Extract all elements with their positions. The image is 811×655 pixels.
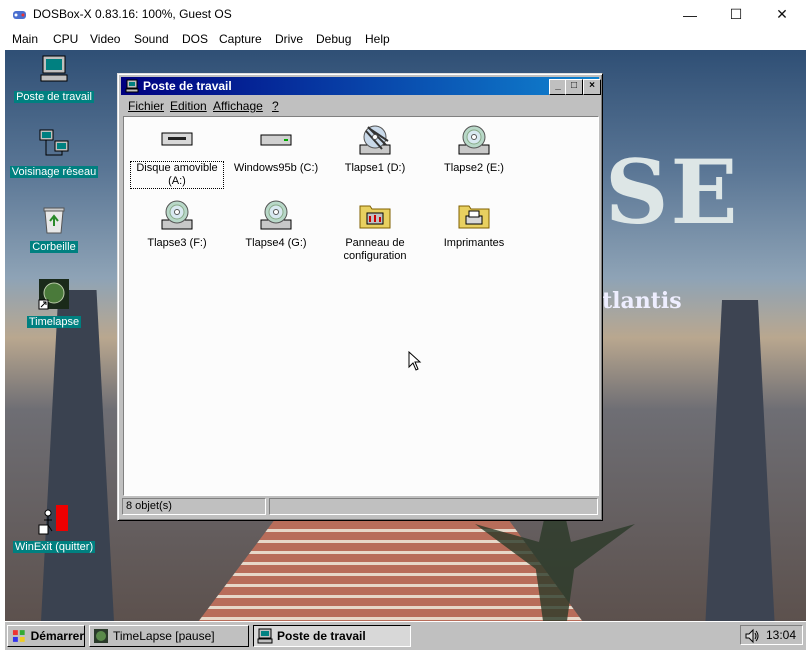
taskbar-item-my-computer[interactable]: Poste de travail bbox=[253, 625, 411, 647]
desktop-icon-winexit[interactable]: WinExit (quitter) bbox=[9, 503, 99, 553]
host-menu-main[interactable]: Main bbox=[12, 32, 38, 46]
mouse-cursor-icon bbox=[408, 351, 422, 371]
timelapse-app-icon bbox=[94, 629, 108, 643]
item-drive-c[interactable]: Windows95b (C:) bbox=[230, 123, 322, 175]
host-window-title: DOSBox-X 0.83.16: 100%, Guest OS bbox=[33, 7, 232, 21]
computer-icon bbox=[40, 55, 68, 82]
window-statusbar: 8 objet(s) bbox=[122, 498, 598, 515]
window-titlebar[interactable]: Poste de travail _ □ × bbox=[121, 77, 601, 95]
item-label: Panneau de configuration bbox=[343, 237, 407, 262]
printers-folder-icon bbox=[458, 205, 490, 229]
item-label: Tlapse4 (G:) bbox=[245, 237, 307, 249]
wallpaper-subtitle-text: tlantis bbox=[602, 288, 682, 314]
host-menu-cpu[interactable]: CPU bbox=[53, 32, 78, 46]
computer-small-icon bbox=[257, 628, 273, 644]
host-menu-dos[interactable]: DOS bbox=[182, 32, 208, 46]
item-label: Imprimantes bbox=[443, 237, 505, 249]
dosbox-app-icon bbox=[13, 11, 26, 19]
host-menu-drive[interactable]: Drive bbox=[275, 32, 303, 46]
my-computer-window[interactable]: Poste de travail _ □ × Fichier Edition A… bbox=[117, 73, 603, 521]
desktop-icon-timelapse[interactable]: Timelapse bbox=[9, 278, 99, 328]
item-control-panel[interactable]: Panneau de configuration bbox=[329, 198, 421, 263]
system-tray: 13:04 bbox=[740, 625, 803, 645]
windows-logo-icon bbox=[12, 630, 25, 642]
host-maximize-button[interactable]: ☐ bbox=[713, 0, 759, 29]
floppy-drive-icon bbox=[161, 132, 193, 146]
host-titlebar: DOSBox-X 0.83.16: 100%, Guest OS — ☐ ✕ bbox=[0, 0, 811, 29]
desktop-icon-label: Corbeille bbox=[30, 241, 78, 253]
item-cdrom-f[interactable]: Tlapse3 (F:) bbox=[131, 198, 223, 250]
host-menu-debug[interactable]: Debug bbox=[316, 32, 351, 46]
desktop-icon-my-computer[interactable]: Poste de travail bbox=[9, 53, 99, 103]
clock[interactable]: 13:04 bbox=[766, 628, 796, 642]
host-minimize-button[interactable]: — bbox=[667, 0, 713, 29]
menu-edition[interactable]: Edition bbox=[170, 99, 207, 113]
host-menubar: Main CPU Video Sound DOS Capture Drive D… bbox=[0, 29, 811, 50]
taskbar-item-timelapse[interactable]: TimeLapse [pause] bbox=[89, 625, 249, 647]
window-content[interactable]: Disque amovible (A:) Windows95b (C:) Tla… bbox=[123, 116, 599, 496]
item-floppy-a[interactable]: Disque amovible (A:) bbox=[130, 123, 224, 189]
taskbar-item-label: Poste de travail bbox=[277, 629, 366, 643]
speaker-icon[interactable] bbox=[744, 628, 760, 644]
item-printers[interactable]: Imprimantes bbox=[428, 198, 520, 250]
emulated-screen[interactable]: SE tlantis Poste de travail Voisinage ré… bbox=[5, 50, 806, 650]
item-cdrom-e[interactable]: Tlapse2 (E:) bbox=[428, 123, 520, 175]
winexit-shortcut-icon bbox=[38, 505, 68, 535]
item-label: Tlapse1 (D:) bbox=[344, 162, 406, 174]
item-cdrom-d[interactable]: Tlapse1 (D:) bbox=[329, 123, 421, 175]
desktop-icon-label: WinExit (quitter) bbox=[12, 541, 96, 553]
desktop-icon-recycle-bin[interactable]: Corbeille bbox=[9, 203, 99, 253]
start-button[interactable]: Démarrer bbox=[7, 625, 85, 647]
control-panel-folder-icon bbox=[359, 205, 391, 229]
item-label: Tlapse2 (E:) bbox=[444, 162, 504, 174]
menu-help[interactable]: ? bbox=[272, 99, 279, 113]
cdrom-drive-icon bbox=[359, 125, 391, 155]
start-label: Démarrer bbox=[30, 629, 84, 643]
desktop-icon-label: Poste de travail bbox=[14, 91, 94, 103]
cdrom-drive-icon bbox=[260, 200, 292, 230]
item-label: Windows95b (C:) bbox=[233, 162, 319, 174]
window-close-button[interactable]: × bbox=[583, 79, 601, 95]
menu-affichage[interactable]: Affichage bbox=[213, 99, 263, 113]
network-icon bbox=[39, 129, 69, 156]
item-label: Disque amovible (A:) bbox=[130, 161, 224, 189]
status-pane-empty bbox=[269, 498, 598, 515]
menu-fichier[interactable]: Fichier bbox=[128, 99, 164, 113]
status-pane-count: 8 objet(s) bbox=[122, 498, 266, 515]
host-menu-sound[interactable]: Sound bbox=[134, 32, 169, 46]
timelapse-shortcut-icon bbox=[38, 279, 69, 310]
taskbar: Démarrer TimeLapse [pause] Poste de trav… bbox=[5, 621, 806, 650]
host-menu-help[interactable]: Help bbox=[365, 32, 390, 46]
desktop-icon-label: Voisinage réseau bbox=[9, 166, 99, 178]
wallpaper-title-text: SE bbox=[605, 140, 740, 244]
desktop-icon-network[interactable]: Voisinage réseau bbox=[9, 128, 99, 178]
cdrom-drive-icon bbox=[161, 200, 193, 230]
recycle-bin-icon bbox=[43, 207, 65, 234]
host-menu-video[interactable]: Video bbox=[90, 32, 120, 46]
hard-drive-icon bbox=[260, 134, 292, 146]
window-maximize-button[interactable]: □ bbox=[565, 79, 583, 95]
item-label: Tlapse3 (F:) bbox=[147, 237, 207, 249]
host-menu-capture[interactable]: Capture bbox=[219, 32, 262, 46]
taskbar-item-label: TimeLapse [pause] bbox=[113, 629, 215, 643]
cdrom-drive-icon bbox=[458, 125, 490, 155]
computer-small-icon bbox=[125, 79, 139, 93]
desktop-icon-label: Timelapse bbox=[26, 316, 82, 328]
window-title: Poste de travail bbox=[143, 79, 232, 93]
item-cdrom-g[interactable]: Tlapse4 (G:) bbox=[230, 198, 322, 250]
host-close-button[interactable]: ✕ bbox=[759, 0, 805, 29]
status-text: 8 objet(s) bbox=[126, 500, 172, 512]
